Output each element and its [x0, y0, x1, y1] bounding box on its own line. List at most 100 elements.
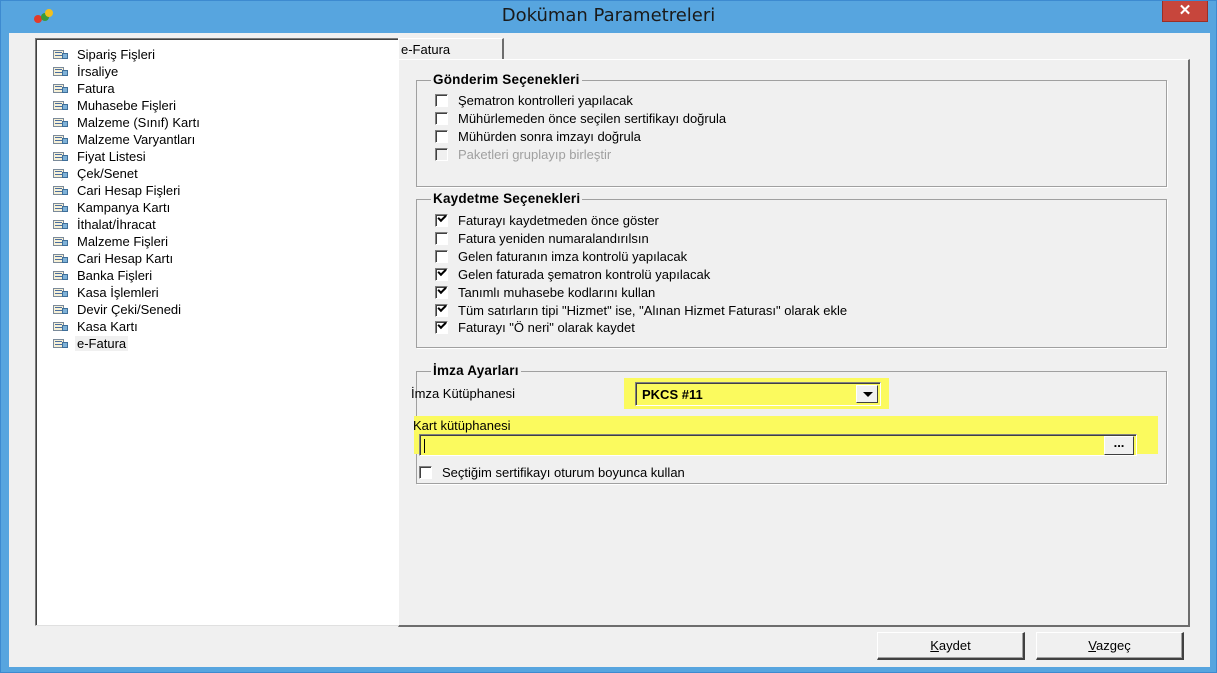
checkbox-label: Mühürlemeden önce seçilen sertifikayı do…	[458, 111, 727, 126]
document-icon	[53, 83, 69, 94]
kaydetme-option[interactable]: Tanımlı muhasebe kodlarını kullan	[435, 284, 655, 301]
tree-item[interactable]: Çek/Senet	[53, 165, 140, 181]
tree-item-label: Muhasebe Fişleri	[77, 97, 176, 113]
kaydetme-option[interactable]: Tüm satırların tipi "Hizmet" ise, "Alına…	[435, 302, 847, 319]
document-icon	[53, 100, 69, 111]
tree-item[interactable]: İthalat/İhracat	[53, 217, 158, 233]
document-icon	[53, 219, 69, 230]
tree-item-label: Devir Çeki/Senedi	[77, 302, 182, 318]
tree-item-label: Sipariş Fişleri	[77, 46, 156, 62]
checkbox[interactable]	[435, 112, 448, 125]
document-icon	[53, 151, 69, 162]
document-icon	[53, 321, 69, 332]
close-button[interactable]: ✕	[1162, 1, 1208, 22]
tree-item-label: Fiyat Listesi	[77, 148, 146, 164]
save-label: aydet	[938, 638, 971, 653]
tree-item-label: e-Fatura	[75, 336, 129, 352]
checkbox[interactable]	[435, 231, 448, 245]
kaydetme-option[interactable]: Gelen faturada şematron kontrolü yapılac…	[435, 266, 710, 283]
tree-item[interactable]: Cari Hesap Fişleri	[53, 182, 182, 198]
save-mnemonic: K	[930, 638, 939, 653]
tree-item[interactable]: Fatura	[53, 80, 117, 96]
tree-item-label: Banka Fişleri	[77, 268, 153, 284]
kaydetme-option[interactable]: Fatura yeniden numaralandırılsın	[435, 230, 649, 247]
tree-item-label: Kasa Kartı	[77, 319, 138, 335]
imza-title: İmza Ayarları	[431, 363, 521, 378]
kart-kutuphanesi-input[interactable]: ...	[419, 434, 1137, 456]
session-option[interactable]: Seçtiğim sertifikayı oturum boyunca kull…	[419, 464, 685, 481]
checkbox-label: Fatura yeniden numaralandırılsın	[458, 230, 649, 246]
kaydetme-group: Kaydetme Seçenekleri Faturayı kaydetmede…	[416, 191, 1167, 348]
cancel-mnemonic: V	[1088, 638, 1096, 653]
gonderim-option[interactable]: Şematron kontrolleri yapılacak	[435, 92, 633, 109]
document-icon	[53, 117, 69, 128]
document-icon	[53, 287, 69, 298]
session-label: Seçtiğim sertifikayı oturum boyunca kull…	[442, 465, 685, 480]
tree-item[interactable]: Devir Çeki/Senedi	[53, 302, 183, 318]
window-title: Doküman Parametreleri	[501, 5, 716, 26]
cancel-label: azgeç	[1096, 638, 1131, 653]
tree-item[interactable]: Banka Fişleri	[53, 268, 154, 284]
tree-item-label: Çek/Senet	[77, 165, 138, 181]
tree-item[interactable]: Kasa İşlemleri	[53, 285, 161, 301]
kart-kutuphanesi-label: Kart kütüphanesi	[413, 418, 511, 433]
checkbox-label: Paketleri gruplayıp birleştir	[458, 147, 612, 162]
document-icon	[53, 202, 69, 213]
chevron-down-icon[interactable]	[856, 385, 878, 403]
dialog-client: Sipariş Fişleri İrsaliye Fatura Muhasebe Fi…	[9, 33, 1210, 667]
tree-item[interactable]: Malzeme (Sınıf) Kartı	[53, 114, 202, 130]
tree-item[interactable]: Sipariş Fişleri	[53, 46, 157, 62]
document-icon	[53, 304, 69, 315]
tree-item[interactable]: e-Fatura	[53, 336, 129, 352]
session-checkbox[interactable]	[419, 466, 432, 479]
checkbox[interactable]	[435, 321, 448, 335]
title-bar[interactable]: Doküman Parametreleri ✕	[1, 1, 1216, 33]
imza-kutuphanesi-select[interactable]: PKCS #11	[635, 382, 881, 406]
tree-item[interactable]: Malzeme Varyantları	[53, 131, 197, 147]
tab-e-fatura[interactable]: e-Fatura	[398, 38, 504, 60]
checkbox[interactable]	[435, 303, 448, 317]
category-tree[interactable]: Sipariş Fişleri İrsaliye Fatura Muhasebe Fi…	[35, 38, 404, 626]
tree-item[interactable]: Malzeme Fişleri	[53, 234, 170, 250]
checkbox[interactable]	[435, 130, 448, 143]
tree-item[interactable]: Cari Hesap Kartı	[53, 251, 175, 267]
document-icon	[53, 253, 69, 264]
tree-item[interactable]: Kampanya Kartı	[53, 199, 172, 215]
checkbox-label: Tanımlı muhasebe kodlarını kullan	[458, 284, 656, 300]
tree-item-label: Cari Hesap Kartı	[77, 251, 174, 267]
checkbox	[435, 148, 448, 161]
gonderim-group: Gönderim Seçenekleri Şematron kontroller…	[416, 72, 1167, 187]
checkbox-label: Gelen faturanın imza kontrolü yapılacak	[458, 248, 688, 264]
gonderim-title: Gönderim Seçenekleri	[431, 72, 582, 87]
document-icon	[53, 49, 69, 60]
checkbox-label: Gelen faturada şematron kontrolü yapılac…	[458, 266, 711, 282]
tree-item[interactable]: Kasa Kartı	[53, 319, 140, 335]
checkbox[interactable]	[435, 285, 448, 299]
gonderim-option[interactable]: Mühürden sonra imzayı doğrula	[435, 128, 641, 145]
checkbox[interactable]	[435, 249, 448, 263]
imza-kutuphanesi-value: PKCS #11	[642, 387, 703, 402]
gonderim-option[interactable]: Mühürlemeden önce seçilen sertifikayı do…	[435, 110, 726, 127]
save-button[interactable]: Kaydet	[877, 632, 1025, 660]
imza-kutuphane-label: İmza Kütüphanesi	[411, 386, 516, 401]
document-icon	[53, 185, 69, 196]
checkbox[interactable]	[435, 94, 448, 107]
tree-item[interactable]: İrsaliye	[53, 63, 120, 79]
kaydetme-option[interactable]: Faturayı "Ö neri" olarak kaydet	[435, 319, 635, 336]
tab-panel: Gönderim Seçenekleri Şematron kontroller…	[398, 59, 1190, 627]
checkbox[interactable]	[435, 267, 448, 281]
tree-item-label: Kampanya Kartı	[77, 199, 171, 215]
tree-item[interactable]: Fiyat Listesi	[53, 148, 148, 164]
checkbox-label: Mühürden sonra imzayı doğrula	[458, 129, 641, 144]
document-icon	[53, 66, 69, 77]
tree-item-label: Malzeme (Sınıf) Kartı	[77, 114, 200, 130]
tree-item[interactable]: Muhasebe Fişleri	[53, 97, 178, 113]
kaydetme-option[interactable]: Gelen faturanın imza kontrolü yapılacak	[435, 248, 687, 265]
cancel-button[interactable]: Vazgeç	[1036, 632, 1184, 660]
browse-button[interactable]: ...	[1104, 436, 1134, 455]
kaydetme-option[interactable]: Faturayı kaydetmeden önce göster	[435, 212, 659, 229]
document-icon	[53, 236, 69, 247]
checkbox[interactable]	[435, 214, 448, 227]
document-icon	[53, 270, 69, 281]
tree-item-label: Kasa İşlemleri	[77, 285, 159, 301]
